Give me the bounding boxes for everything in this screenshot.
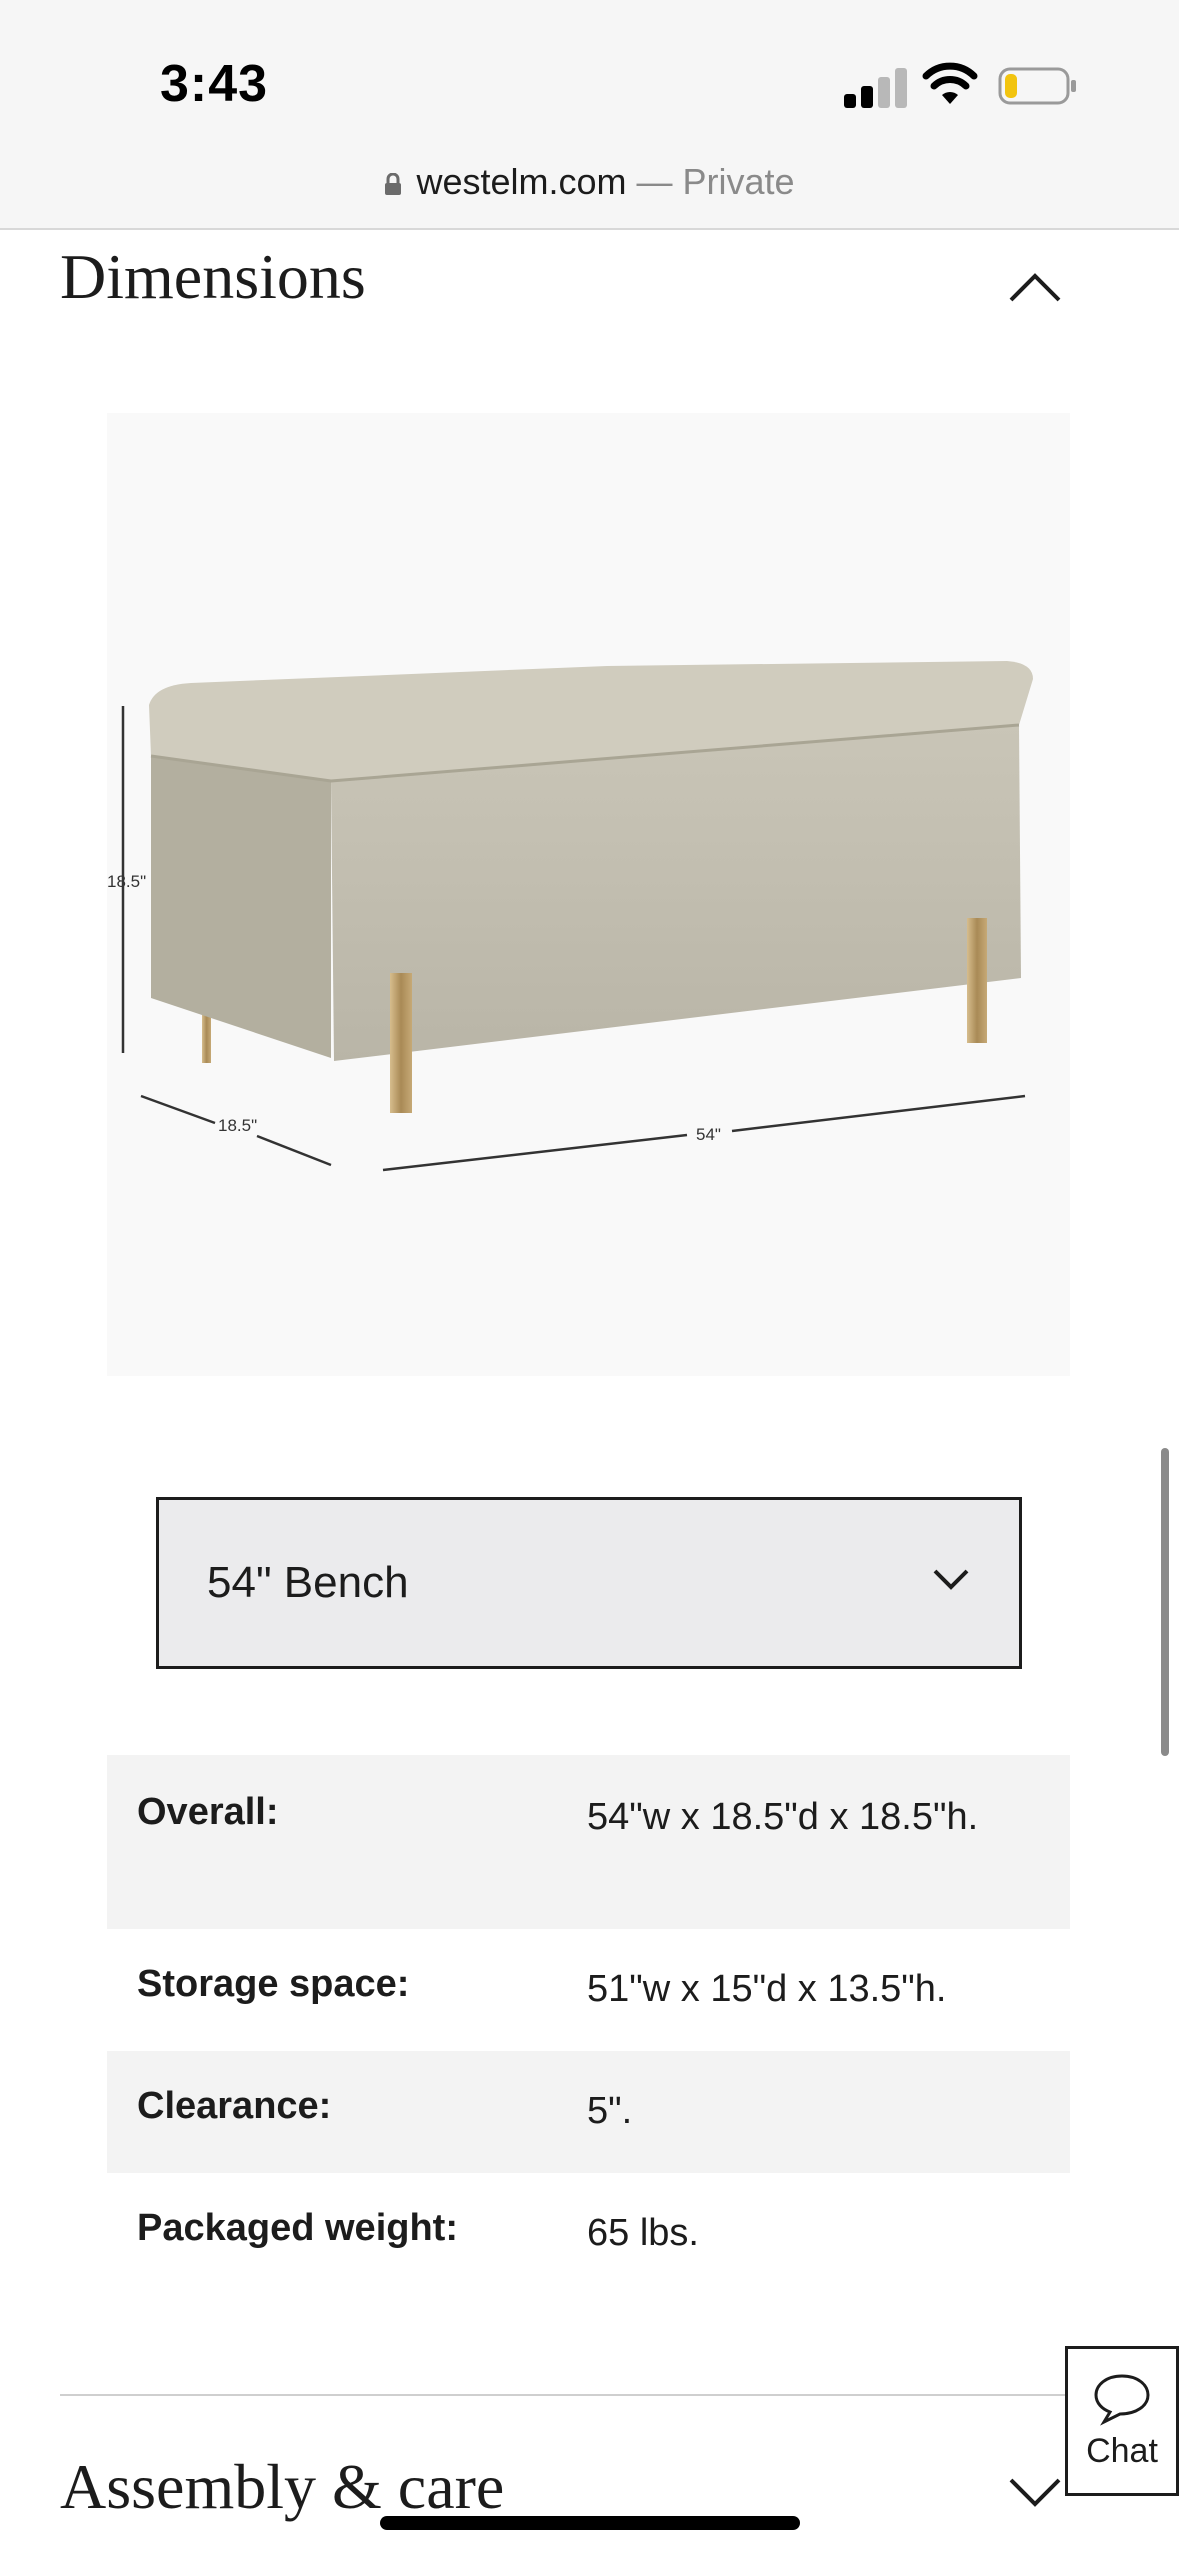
depth-dimension-label: 18.5" (218, 1116, 257, 1135)
bench-leg (967, 918, 987, 1043)
dimensions-heading[interactable]: Dimensions (60, 240, 366, 314)
url-domain: westelm.com (416, 161, 627, 202)
bench-leg (202, 1013, 211, 1063)
lock-icon (385, 173, 402, 195)
width-dimension-label: 54" (696, 1125, 721, 1144)
dimensions-table: Overall: 54"w x 18.5"d x 18.5"h. Storage… (107, 1755, 1070, 2295)
chat-bubble-icon (1094, 2373, 1150, 2426)
wifi-icon (922, 62, 978, 104)
chat-label: Chat (1086, 2431, 1158, 2470)
table-row: Storage space: 51"w x 15"d x 13.5"h. (107, 1929, 1070, 2051)
table-row: Packaged weight: 65 lbs. (107, 2173, 1070, 2295)
chevron-down-icon (933, 1569, 969, 1590)
cellular-signal-icon (844, 66, 908, 108)
row-value: 65 lbs. (587, 2212, 699, 2254)
url-separator: — (636, 161, 673, 202)
browser-top-bar: 3:43 westelm.com — Private (0, 0, 1179, 230)
bench-illustration: 18.5" 18.5" 54" (107, 661, 1033, 1172)
bench-side (151, 756, 331, 1058)
height-dimension-label: 18.5" (107, 872, 146, 891)
home-indicator (380, 2516, 800, 2530)
row-label: Storage space: (137, 1963, 410, 2005)
status-time: 3:43 (160, 55, 269, 113)
row-label: Clearance: (137, 2085, 332, 2127)
row-value: 5". (587, 2090, 633, 2132)
size-select[interactable]: 54" Bench (156, 1497, 1022, 1669)
section-divider (60, 2394, 1070, 2396)
address-bar[interactable]: westelm.com — Private (0, 160, 1179, 204)
row-label: Overall: (137, 1791, 279, 1833)
table-row: Clearance: 5". (107, 2051, 1070, 2173)
private-mode-label: Private (682, 161, 795, 202)
bench-leg (390, 973, 412, 1113)
row-value: 51"w x 15"d x 13.5"h. (587, 1968, 947, 2010)
scrollbar[interactable] (1161, 1448, 1169, 1756)
bench-front (331, 725, 1021, 1061)
chevron-down-icon[interactable] (1007, 2474, 1063, 2510)
chat-button[interactable]: Chat (1065, 2346, 1179, 2496)
size-select-value: 54" Bench (207, 1558, 409, 1607)
battery-icon (998, 67, 1076, 105)
assembly-care-heading[interactable]: Assembly & care (60, 2450, 504, 2524)
chevron-up-icon[interactable] (1007, 268, 1063, 304)
bench-dimension-image: 18.5" 18.5" 54" (107, 413, 1070, 1376)
row-value: 54"w x 18.5"d x 18.5"h. (587, 1796, 979, 1838)
row-label: Packaged weight: (137, 2207, 458, 2249)
table-row: Overall: 54"w x 18.5"d x 18.5"h. (107, 1755, 1070, 1929)
